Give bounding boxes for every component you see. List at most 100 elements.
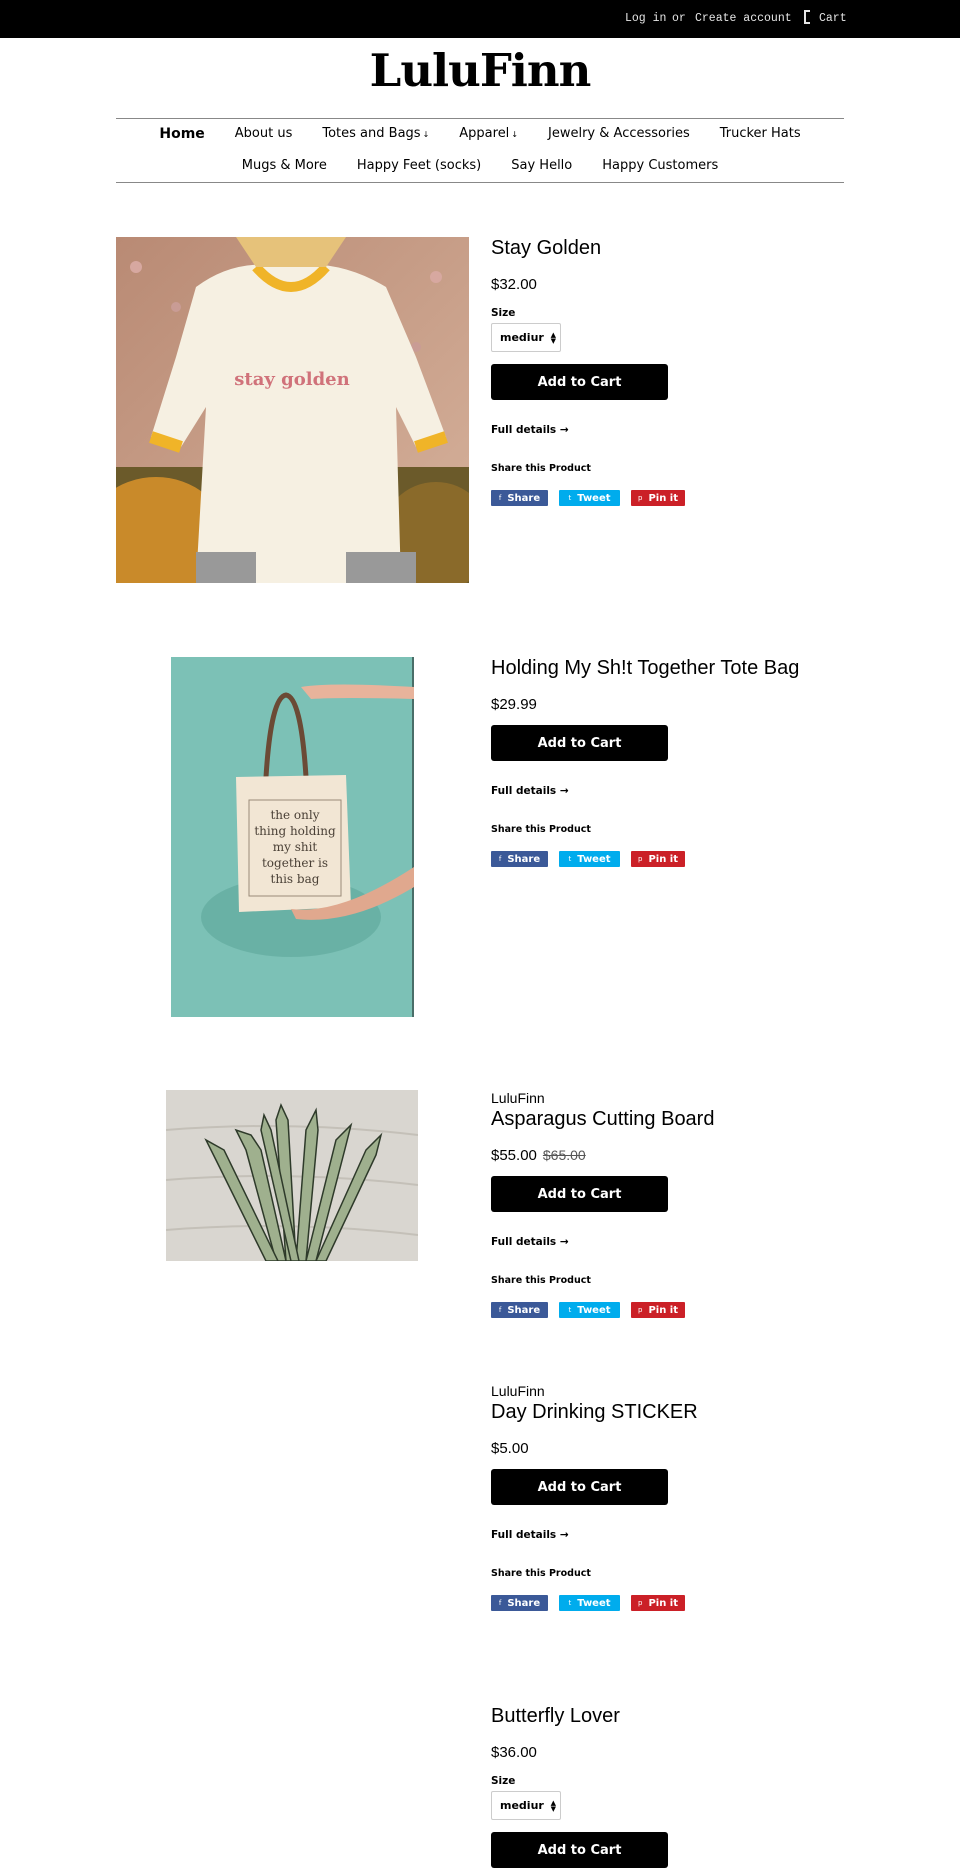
pinterest-pin-button[interactable]: p Pin it	[631, 1302, 685, 1318]
product-info-butterfly-lover: Butterfly Lover $36.00 Size mediur ▲ ▼ Add…	[491, 1705, 851, 1868]
nav-mugs-more[interactable]: Mugs & More	[227, 158, 342, 173]
product-price: $5.00	[491, 1440, 529, 1457]
product-image-stay-golden[interactable]: stay golden	[116, 237, 469, 583]
twitter-tweet-button[interactable]: t Tweet	[559, 490, 620, 506]
nav-totes-and-bags[interactable]: Totes and Bags ↓	[307, 126, 444, 142]
chevron-down-icon: ↓	[422, 130, 430, 139]
full-details-link[interactable]: Full details →	[491, 1529, 851, 1541]
pinterest-icon: p	[637, 494, 643, 502]
create-account-link[interactable]: Create account	[695, 12, 792, 25]
tote-print-line: the only	[270, 808, 319, 822]
share-text: Share	[507, 853, 541, 865]
select-arrows-icon: ▲ ▼	[550, 331, 556, 345]
share-buttons: f Share t Tweet p Pin it	[491, 490, 851, 506]
tote-print-line: my shit	[273, 840, 318, 854]
store-logo[interactable]: LuluFinn	[0, 44, 960, 97]
size-label: Size	[491, 1775, 516, 1787]
product-price: $32.00	[491, 276, 537, 293]
nav-happy-feet[interactable]: Happy Feet (socks)	[342, 158, 496, 173]
product-image-tote-bag[interactable]: the only thing holding my shit together …	[171, 657, 414, 1017]
nav-divider-top	[116, 118, 844, 119]
product-title[interactable]: Stay Golden	[491, 237, 851, 260]
price-row: $36.00	[491, 1744, 851, 1761]
product-vendor: LuluFinn	[491, 1383, 545, 1399]
cart-bracket-icon[interactable]	[804, 10, 810, 24]
facebook-icon: f	[498, 1306, 502, 1314]
full-details-link[interactable]: Full details →	[491, 1236, 851, 1248]
or-text: or	[672, 12, 686, 25]
tote-print-line: thing holding	[254, 824, 336, 838]
product-info-day-drinking-sticker: LuluFinn Day Drinking STICKER $5.00 Add …	[491, 1383, 851, 1611]
product-price: $55.00	[491, 1147, 537, 1164]
facebook-share-button[interactable]: f Share	[491, 490, 548, 506]
product-title[interactable]: Day Drinking STICKER	[491, 1401, 851, 1424]
nav-trucker-hats[interactable]: Trucker Hats	[705, 126, 816, 142]
pinterest-pin-button[interactable]: p Pin it	[631, 851, 685, 867]
product-vendor: LuluFinn	[491, 1090, 545, 1106]
tote-print-line: this bag	[271, 872, 320, 886]
product-info-tote-bag: Holding My Sh!t Together Tote Bag $29.99…	[491, 657, 851, 867]
price-row: $29.99	[491, 696, 851, 713]
t-shirt-photo: stay golden	[116, 237, 469, 583]
tweet-text: Tweet	[577, 492, 611, 504]
main-nav-row-2: Mugs & More Happy Feet (socks) Say Hello…	[116, 158, 844, 173]
product-title[interactable]: Holding My Sh!t Together Tote Bag	[491, 657, 851, 680]
nav-label: Apparel	[459, 126, 510, 141]
share-label: Share this Product	[491, 1275, 591, 1286]
add-to-cart-button[interactable]: Add to Cart	[491, 1176, 668, 1212]
full-details-link[interactable]: Full details →	[491, 424, 851, 436]
nav-jewelry-accessories[interactable]: Jewelry & Accessories	[533, 126, 705, 142]
product-image-asparagus-board[interactable]	[166, 1090, 418, 1261]
product-info-asparagus-board: LuluFinn Asparagus Cutting Board $55.00 $…	[491, 1090, 851, 1318]
cart-link[interactable]: Cart	[819, 12, 847, 25]
twitter-icon: t	[568, 855, 572, 863]
twitter-icon: t	[568, 1599, 572, 1607]
nav-home[interactable]: Home	[144, 126, 219, 142]
nav-happy-customers[interactable]: Happy Customers	[587, 158, 733, 173]
pinterest-icon: p	[637, 1306, 643, 1314]
product-title[interactable]: Butterfly Lover	[491, 1705, 851, 1728]
twitter-icon: t	[568, 494, 572, 502]
size-select[interactable]: mediur ▲ ▼	[491, 1791, 561, 1820]
share-label: Share this Product	[491, 1568, 591, 1579]
facebook-share-button[interactable]: f Share	[491, 1595, 548, 1611]
add-to-cart-button[interactable]: Add to Cart	[491, 725, 668, 761]
pin-text: Pin it	[648, 1304, 679, 1316]
chevron-down-icon: ↓	[511, 130, 519, 139]
nav-label: About us	[234, 126, 293, 141]
pinterest-pin-button[interactable]: p Pin it	[631, 490, 685, 506]
price-row: $5.00	[491, 1440, 851, 1457]
product-title[interactable]: Asparagus Cutting Board	[491, 1108, 851, 1131]
nav-say-hello[interactable]: Say Hello	[496, 158, 587, 173]
product-price: $36.00	[491, 1744, 537, 1761]
nav-apparel[interactable]: Apparel ↓	[444, 126, 533, 142]
size-select[interactable]: mediur ▲ ▼	[491, 323, 561, 352]
top-bar: Log in or Create account Cart	[0, 0, 960, 38]
login-link[interactable]: Log in	[625, 12, 666, 25]
facebook-share-button[interactable]: f Share	[491, 1302, 548, 1318]
nav-divider-bottom	[116, 182, 844, 183]
facebook-icon: f	[498, 855, 502, 863]
twitter-tweet-button[interactable]: t Tweet	[559, 851, 620, 867]
tweet-text: Tweet	[577, 853, 611, 865]
twitter-tweet-button[interactable]: t Tweet	[559, 1302, 620, 1318]
pin-text: Pin it	[648, 853, 679, 865]
add-to-cart-button[interactable]: Add to Cart	[491, 1832, 668, 1868]
full-details-link[interactable]: Full details →	[491, 785, 851, 797]
tote-bag-photo: the only thing holding my shit together …	[171, 657, 414, 1017]
nav-about-us[interactable]: About us	[220, 126, 308, 142]
size-select-value: mediur	[500, 1799, 544, 1812]
share-label: Share this Product	[491, 463, 591, 474]
share-text: Share	[507, 1304, 541, 1316]
add-to-cart-button[interactable]: Add to Cart	[491, 364, 668, 400]
cutting-board-photo	[166, 1090, 418, 1261]
pinterest-pin-button[interactable]: p Pin it	[631, 1595, 685, 1611]
facebook-icon: f	[498, 494, 502, 502]
facebook-share-button[interactable]: f Share	[491, 851, 548, 867]
add-to-cart-button[interactable]: Add to Cart	[491, 1469, 668, 1505]
nav-label: Totes and Bags	[322, 126, 421, 141]
share-buttons: f Share t Tweet p Pin it	[491, 851, 851, 867]
share-text: Share	[507, 1597, 541, 1609]
facebook-icon: f	[498, 1599, 502, 1607]
twitter-tweet-button[interactable]: t Tweet	[559, 1595, 620, 1611]
